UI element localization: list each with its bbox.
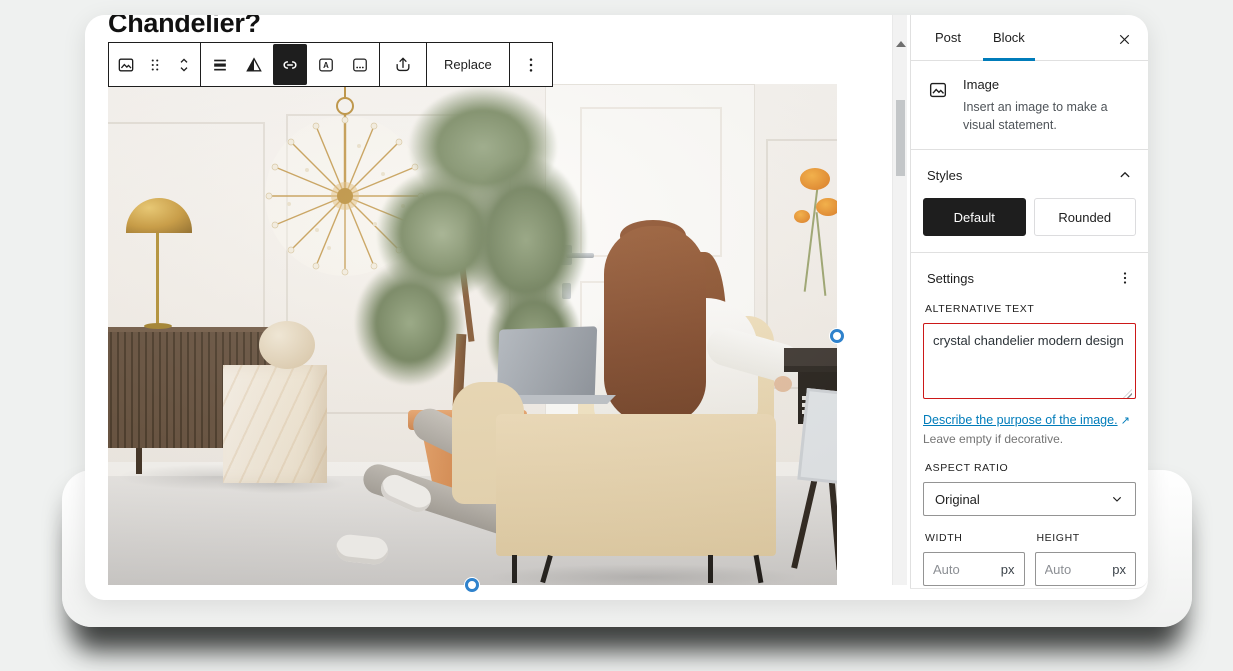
tab-block[interactable]: Block	[977, 15, 1041, 60]
scroll-up-arrow[interactable]	[896, 41, 906, 47]
select-chevron-icon	[1109, 491, 1125, 507]
image-block-icon[interactable]	[111, 44, 140, 85]
scrollbar-thumb[interactable]	[896, 100, 905, 176]
sidebar-tabs: Post Block	[911, 15, 1148, 61]
styles-panel: Styles Default Rounded	[911, 149, 1148, 252]
replace-button[interactable]: Replace	[429, 43, 507, 86]
block-card-description: Insert an image to make a visual stateme…	[963, 98, 1133, 134]
block-card: Image Insert an image to make a visual s…	[911, 61, 1148, 149]
alt-text-input[interactable]: crystal chandelier modern design	[923, 323, 1136, 399]
drag-handle-icon[interactable]	[140, 44, 169, 85]
editor-window: Chandelier?	[85, 15, 1148, 600]
toolbar-group-options	[510, 43, 552, 86]
post-title-heading[interactable]: Chandelier?	[108, 15, 261, 39]
page-background: Chandelier?	[0, 0, 1233, 671]
featured-image[interactable]	[108, 84, 837, 585]
settings-panel: Settings Alternative text crystal chande…	[911, 252, 1148, 600]
svg-text:A: A	[323, 61, 329, 70]
external-link-arrow[interactable]: ↗	[1121, 415, 1130, 427]
height-label: Height	[1037, 532, 1135, 544]
toolbar-group-replace: Replace	[427, 43, 510, 86]
link-icon[interactable]	[273, 44, 307, 85]
move-up-down-icon[interactable]	[169, 44, 198, 85]
width-unit: px	[1001, 562, 1015, 577]
canvas-scrollbar[interactable]	[892, 15, 907, 585]
duotone-filter-icon[interactable]	[237, 44, 271, 85]
close-icon[interactable]	[1110, 25, 1138, 53]
alt-text-help: Leave empty if decorative.	[923, 432, 1136, 446]
tab-post[interactable]: Post	[919, 15, 977, 60]
aspect-ratio-value: Original	[935, 492, 980, 507]
settings-panel-title: Settings	[927, 271, 974, 286]
height-unit: px	[1112, 562, 1126, 577]
text-over-image-icon[interactable]: A	[309, 44, 343, 85]
align-icon[interactable]	[203, 44, 237, 85]
photo-vignette	[108, 84, 837, 585]
image-block-icon	[927, 79, 949, 134]
block-card-title: Image	[963, 77, 1133, 92]
aspect-ratio-select[interactable]: Original	[923, 482, 1136, 516]
alt-text-help-link[interactable]: Describe the purpose of the image.	[923, 413, 1118, 427]
style-rounded-button[interactable]: Rounded	[1034, 198, 1137, 236]
settings-kebab-icon[interactable]	[1116, 269, 1134, 287]
width-input[interactable]	[933, 562, 1001, 577]
alt-text-label: Alternative text	[925, 303, 1134, 315]
toolbar-group-image-tools: A	[201, 43, 380, 86]
height-input[interactable]	[1045, 562, 1113, 577]
toolbar-group-block	[109, 43, 201, 86]
style-default-button[interactable]: Default	[923, 198, 1026, 236]
aspect-ratio-label: Aspect ratio	[925, 462, 1134, 474]
toolbar-group-upload	[380, 43, 427, 86]
block-toolbar: A Replace	[108, 42, 553, 87]
width-label: Width	[925, 532, 1023, 544]
collapse-chevron-icon[interactable]	[1116, 166, 1134, 184]
image-resize-handle-right[interactable]	[830, 329, 844, 343]
upload-icon[interactable]	[382, 44, 424, 85]
settings-sidebar: Post Block Image Insert an image to make…	[910, 15, 1148, 589]
caption-icon[interactable]	[343, 44, 377, 85]
editor-canvas[interactable]: Chandelier?	[85, 15, 910, 600]
image-resize-handle-bottom[interactable]	[465, 578, 479, 592]
styles-panel-title: Styles	[927, 168, 962, 183]
options-kebab-icon[interactable]	[512, 44, 550, 85]
